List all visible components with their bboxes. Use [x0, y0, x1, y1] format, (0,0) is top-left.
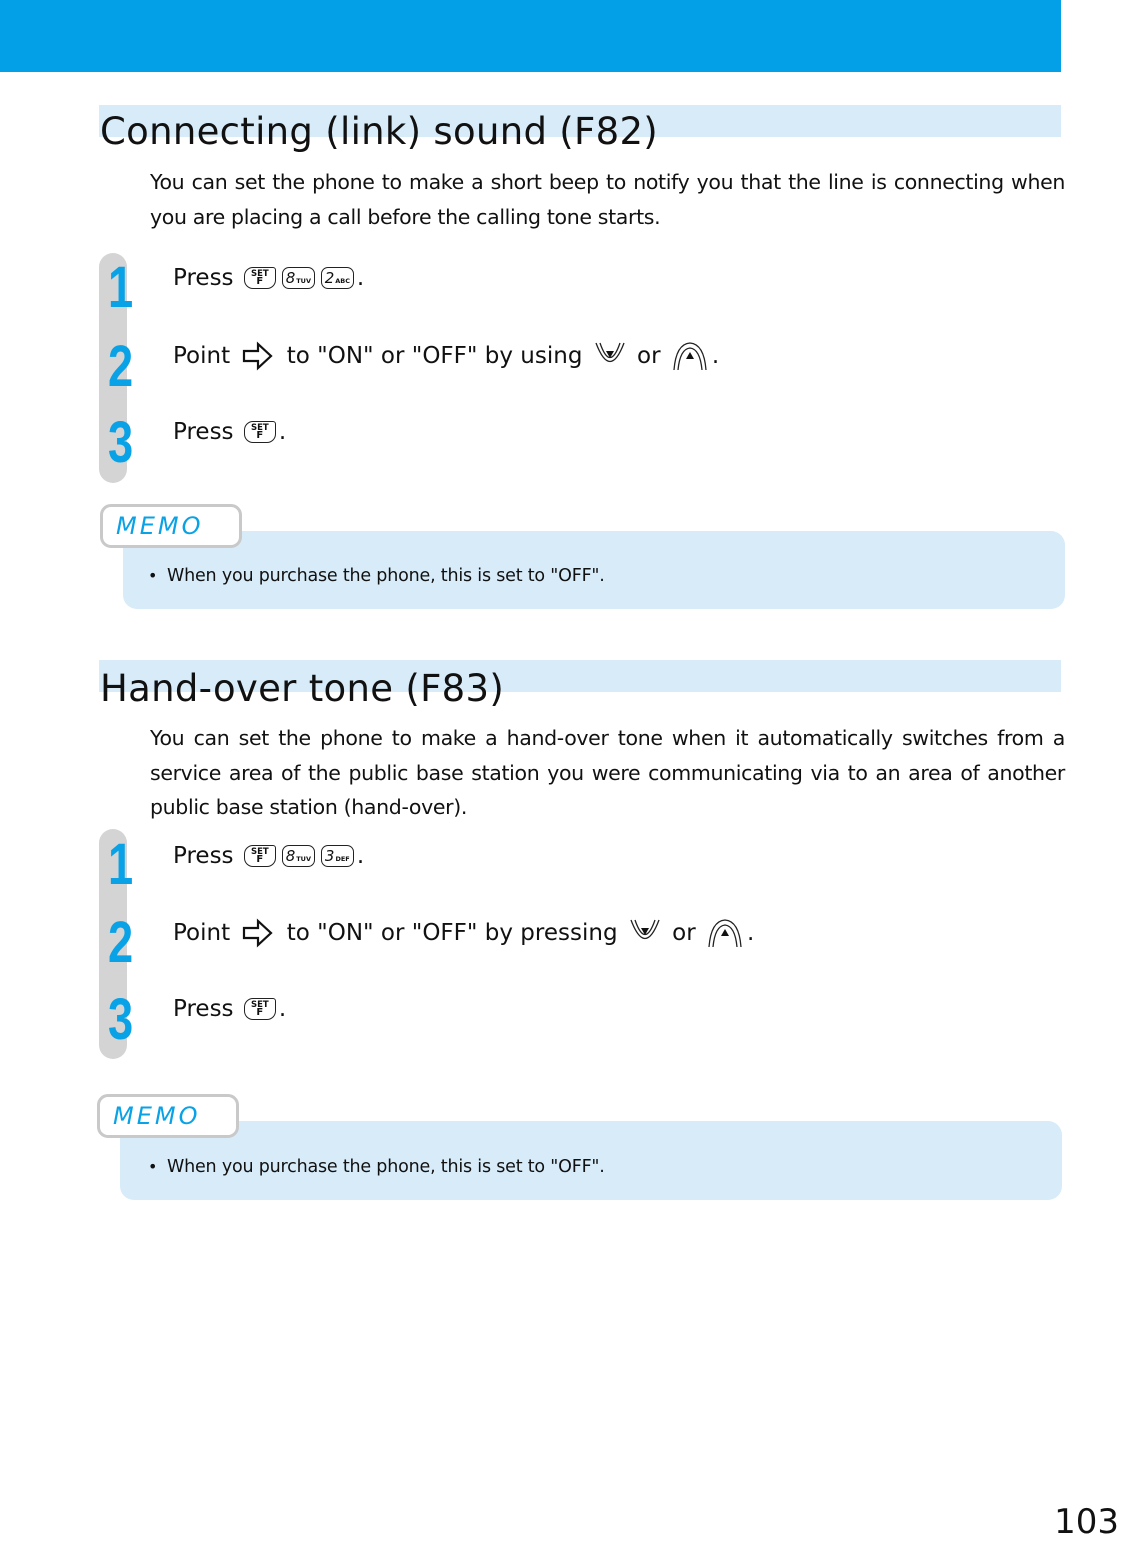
- step-instruction: Press SET F .: [173, 996, 287, 1022]
- key-3-def-icon: 3 DEF: [320, 845, 354, 867]
- step-instruction: Press SET F 8 TUV 3 DEF .: [173, 843, 365, 869]
- key-2-abc-icon: 2 ABC: [320, 267, 354, 289]
- step-instruction: Press SET F .: [173, 419, 287, 445]
- section-description: You can set the phone to make a hand-ove…: [150, 726, 1065, 819]
- key-8-tuv-icon: 8 TUV: [281, 267, 315, 289]
- set-f-key-icon: SET F: [243, 998, 276, 1020]
- set-f-key-icon: SET F: [243, 421, 276, 443]
- step-number: 2: [108, 910, 133, 975]
- header-bar: [0, 0, 1061, 72]
- step-number: 3: [108, 987, 133, 1052]
- step-number: 3: [108, 410, 133, 475]
- step-number: 2: [108, 334, 133, 399]
- section-title: Hand-over tone (F83): [100, 667, 505, 710]
- step-instruction: Point to "ON" or "OFF" by pressing or .: [173, 917, 754, 949]
- step-text: Press: [173, 265, 241, 291]
- down-key-icon: [595, 342, 625, 363]
- memo-label: MEMO: [97, 1094, 239, 1138]
- cursor-arrow-icon: [243, 918, 274, 948]
- set-f-key-icon: SET F: [243, 267, 276, 289]
- memo-text: When you purchase the phone, this is set…: [167, 1157, 605, 1177]
- page-number: 103: [1054, 1502, 1119, 1542]
- step-instruction: Press SET F 8 TUV 2 ABC .: [173, 265, 365, 291]
- memo-bullet: •: [148, 566, 158, 585]
- up-key-icon: [673, 342, 707, 371]
- step-number: 1: [108, 255, 133, 320]
- key-8-tuv-icon: 8 TUV: [281, 845, 315, 867]
- down-key-icon: [630, 919, 660, 940]
- memo-label: MEMO: [100, 504, 242, 548]
- up-key-icon: [708, 919, 742, 948]
- step-number: 1: [108, 832, 133, 897]
- memo-bullet: •: [148, 1157, 158, 1176]
- step-instruction: Point to "ON" or "OFF" by using or .: [173, 340, 719, 372]
- section-title: Connecting (link) sound (F82): [100, 110, 659, 153]
- cursor-arrow-icon: [243, 341, 274, 371]
- section-description: You can set the phone to make a short be…: [150, 170, 1065, 229]
- set-f-key-icon: SET F: [243, 845, 276, 867]
- memo-text: When you purchase the phone, this is set…: [167, 566, 605, 586]
